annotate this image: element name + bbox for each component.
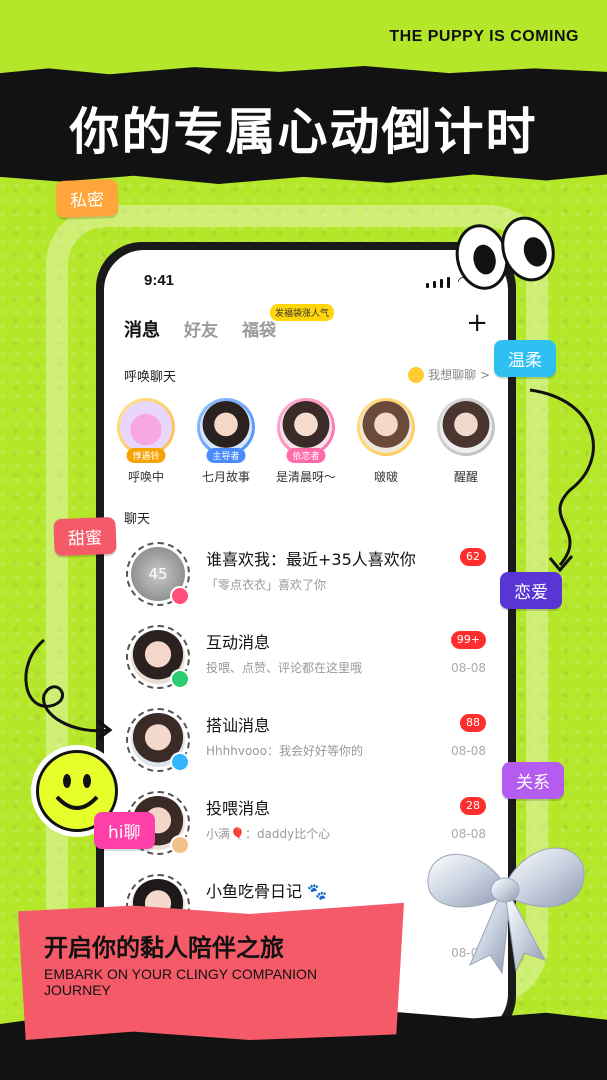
signal-bar [432, 281, 436, 288]
pupil [470, 242, 499, 277]
story-item[interactable]: 主导者 七月故事 [196, 398, 256, 485]
add-button[interactable]: + [466, 310, 488, 336]
chat-title: 小鱼吃骨日记 🐾 [206, 882, 328, 901]
story-row: 悸遇铃 呼唤中 主导者 七月故事 依恋者 是清晨呀～ 啵啵 醒醒 [116, 398, 496, 485]
unread-badge: 62 [460, 548, 486, 566]
signal-icon [425, 283, 429, 288]
googly-eyes-icon [449, 209, 563, 300]
unread-badge: 28 [460, 797, 486, 815]
avatar [360, 401, 412, 453]
tab-lucky-bag[interactable]: 福袋 发福袋涨人气 [242, 304, 335, 341]
story-avatar-ring: 悸遇铃 [117, 398, 175, 463]
tab-lucky-bag-label: 福袋 [242, 321, 276, 341]
pupil [520, 234, 551, 270]
list-item[interactable]: 搭讪消息 Hhhhvooo：我会好好等你的 88 08-08 [104, 700, 508, 782]
heart-icon [170, 586, 190, 606]
story-item[interactable]: 依恋者 是清晨呀～ [276, 398, 336, 485]
banner-subtitle: EMBARK ON YOUR CLINGY COMPANION JOURNEY [44, 966, 318, 999]
story-tag: 悸遇铃 [126, 448, 166, 463]
avatar: 45 [126, 542, 190, 606]
bone-icon [170, 835, 190, 855]
summon-header: 呼唤聊天 [124, 370, 177, 385]
story-name: 是清晨呀～ [276, 470, 337, 484]
chat-date: 08-08 [451, 744, 486, 758]
story-item[interactable]: 啵啵 [356, 398, 416, 485]
sticker-private: 私密 [55, 178, 119, 219]
sticker-romance: 恋爱 [500, 572, 562, 609]
list-item[interactable]: 互动消息 投喂、点赞、评论都在这里哦 99+ 08-08 [104, 617, 508, 699]
sticker-hi-chat: hi聊 [94, 812, 155, 849]
avatar [200, 401, 252, 453]
story-name: 啵啵 [373, 470, 398, 484]
paw-icon [170, 669, 190, 689]
chat-preview: 投喂、点赞、评论都在这里哦 [206, 661, 363, 675]
headline: 你的专属心动倒计时 [69, 103, 538, 161]
story-tag: 依恋者 [286, 448, 326, 463]
avatar [440, 401, 492, 453]
curly-arrow-icon [529, 388, 595, 573]
send-arrow-icon [170, 752, 190, 772]
tab-messages[interactable]: 消息 [124, 316, 160, 348]
signal-bar [439, 279, 443, 288]
chat-date: 08-08 [451, 661, 486, 675]
chat-preview: Hhhhvooo：我会好好等你的 [206, 744, 363, 758]
story-item[interactable]: 悸遇铃 呼唤中 [116, 398, 176, 485]
chat-preview: 「零点衣衣」喜欢了你 [206, 578, 327, 592]
chat-title: 谁喜欢我：最近+35人喜欢你 [206, 550, 416, 569]
story-avatar-ring [437, 398, 495, 456]
story-name: 醒醒 [453, 470, 478, 484]
unread-badge: 88 [460, 714, 486, 732]
sticker-gentle: 温柔 [494, 340, 556, 377]
want-chat-link[interactable]: 我想聊聊 > [408, 366, 490, 383]
story-item[interactable]: 醒醒 [436, 398, 496, 485]
story-avatar-ring [357, 398, 415, 456]
curly-arrow-icon [24, 638, 113, 741]
emoji-face-icon [408, 366, 425, 383]
bell-mascot-icon [120, 401, 172, 453]
chat-title: 投喂消息 [206, 799, 271, 818]
lucky-bag-badge: 发福袋涨人气 [270, 304, 335, 321]
status-time: 9:41 [144, 272, 175, 289]
tab-friends[interactable]: 好友 [184, 316, 218, 341]
unread-badge: 99+ [450, 631, 486, 649]
chat-preview: 小满🎈：daddy比个心 [206, 827, 331, 841]
chat-header: 聊天 [124, 512, 151, 527]
chat-title: 互动消息 [206, 633, 271, 652]
chat-title: 搭讪消息 [206, 716, 271, 735]
story-tag: 主导者 [206, 448, 246, 463]
avatar [126, 708, 190, 772]
signal-bar [446, 277, 450, 288]
avatar [280, 401, 332, 453]
sticker-relationship: 关系 [502, 762, 564, 799]
want-chat-label: 我想聊聊 > [428, 368, 490, 382]
banner-title: 开启你的黏人陪伴之旅 [44, 934, 284, 962]
tagline: THE PUPPY IS COMING [389, 28, 579, 45]
silver-bow-icon [427, 847, 585, 975]
tab-bar: 消息 好友 福袋 发福袋涨人气 [124, 304, 335, 348]
story-avatar-ring: 主导者 [197, 398, 255, 463]
story-name: 呼唤中 [127, 470, 164, 484]
story-name: 七月故事 [201, 470, 250, 484]
story-avatar-ring: 依恋者 [277, 398, 335, 463]
sticker-sweet: 甜蜜 [53, 516, 117, 557]
avatar [126, 625, 190, 689]
list-item[interactable]: 45 谁喜欢我：最近+35人喜欢你 「零点衣衣」喜欢了你 62 [104, 534, 508, 616]
